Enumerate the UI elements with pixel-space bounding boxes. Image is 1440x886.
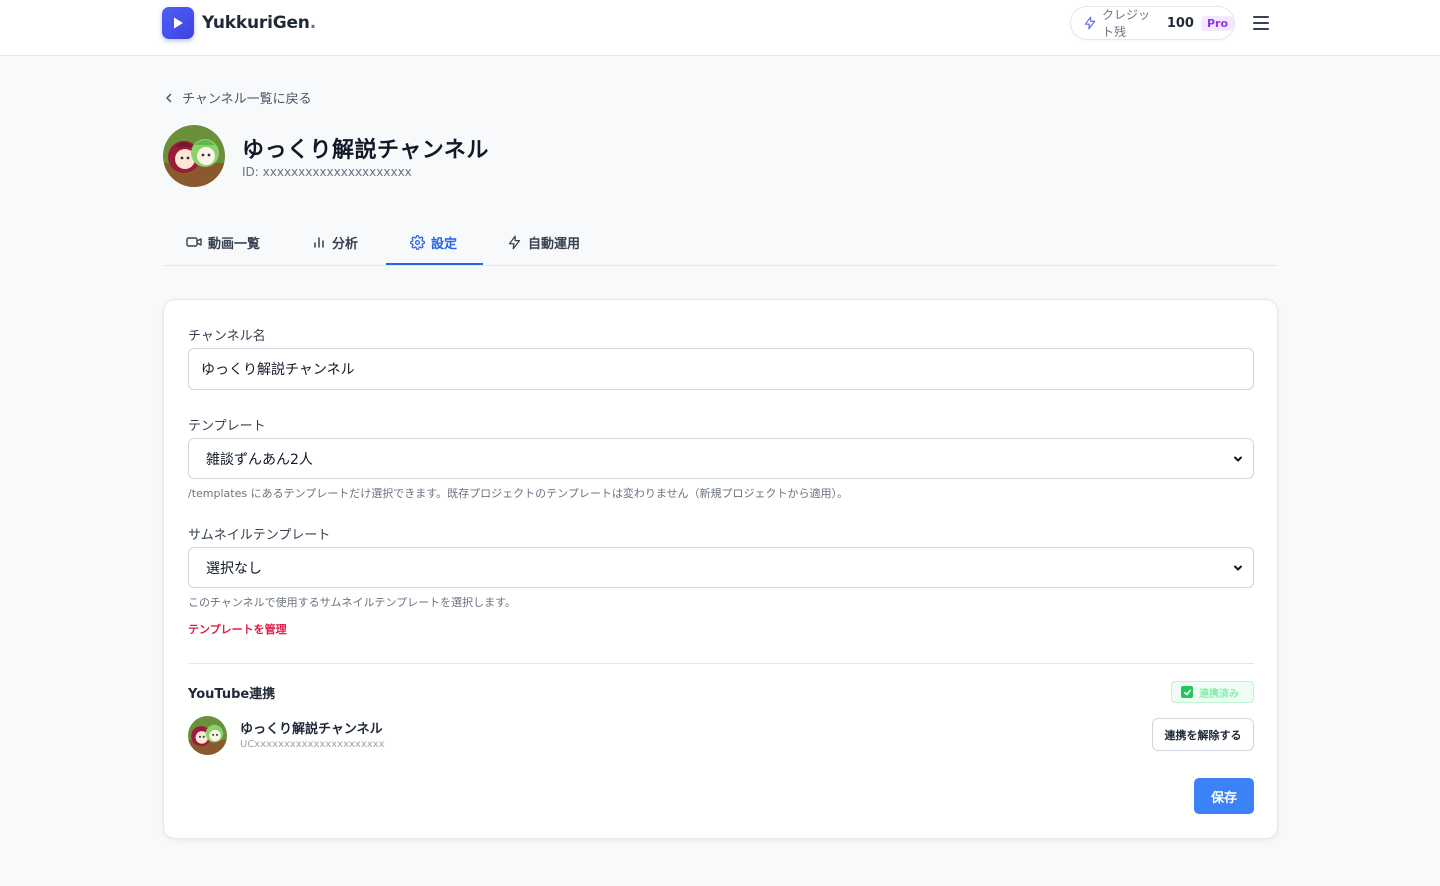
youtube-channel-avatar: [188, 716, 227, 755]
tab-videos[interactable]: 動画一覧: [186, 218, 260, 266]
tab-label: 設定: [431, 236, 458, 252]
channel-name-label: チャンネル名: [188, 329, 266, 344]
linked-status-text: 連携済み: [1199, 688, 1239, 700]
credit-balance-pill[interactable]: クレジット残 100 Pro: [1070, 6, 1235, 40]
play-logo-icon: [162, 7, 194, 39]
bar-chart-icon: [312, 235, 326, 249]
channel-title: ゆっくり解説チャンネル: [242, 138, 489, 163]
back-link-label: チャンネル一覧に戻る: [182, 92, 312, 107]
top-navbar: YukkuriGen. クレジット残 100 Pro: [0, 0, 1440, 56]
tab-analytics[interactable]: 分析: [312, 218, 358, 266]
chevron-left-icon: [164, 93, 174, 103]
tab-label: 動画一覧: [208, 236, 261, 252]
channel-tabs: 動画一覧 分析 設定 自動運用: [163, 218, 1278, 266]
template-selected-value: 雑談ずんあん2人: [206, 451, 313, 468]
video-icon: [186, 235, 202, 249]
plan-badge: Pro: [1200, 15, 1234, 31]
app-name: YukkuriGen.: [202, 13, 316, 33]
youtube-section-title: YouTube連携: [188, 687, 276, 702]
app-logo[interactable]: YukkuriGen.: [162, 7, 316, 39]
credit-value: 100: [1166, 15, 1194, 31]
linked-status-badge: 連携済み: [1171, 681, 1254, 703]
section-divider: [188, 663, 1254, 664]
tab-automation[interactable]: 自動運用: [507, 218, 580, 266]
gear-icon: [410, 234, 425, 250]
save-button[interactable]: 保存: [1194, 778, 1254, 814]
bolt-icon: [1083, 16, 1097, 30]
hamburger-menu-icon[interactable]: [1250, 12, 1272, 34]
thumbnail-selected-value: 選択なし: [206, 560, 262, 577]
template-select[interactable]: 雑談ずんあん2人: [188, 438, 1254, 479]
channel-id: ID: xxxxxxxxxxxxxxxxxxxxx: [242, 165, 412, 179]
template-help-text: /templates にあるテンプレートだけ選択できます。既存プロジェクトのテン…: [188, 487, 848, 500]
youtube-channel-name: ゆっくり解説チャンネル: [240, 722, 383, 737]
bolt-icon: [507, 235, 522, 250]
settings-card: チャンネル名 テンプレート 雑談ずんあん2人 /templates にあるテンプ…: [163, 299, 1278, 839]
back-to-channels-link[interactable]: チャンネル一覧に戻る: [164, 88, 312, 107]
check-icon: [1181, 686, 1193, 698]
unlink-youtube-button[interactable]: 連携を解除する: [1152, 718, 1254, 751]
tab-label: 分析: [332, 236, 359, 252]
active-tab-indicator: [386, 263, 483, 265]
channel-avatar: [163, 125, 225, 187]
chevron-down-icon: [1232, 562, 1244, 574]
channel-name-input[interactable]: [188, 348, 1254, 390]
thumbnail-template-select[interactable]: 選択なし: [188, 547, 1254, 588]
tab-label: 自動運用: [528, 236, 581, 252]
template-label: テンプレート: [188, 419, 266, 434]
credit-label: クレジット残: [1102, 8, 1151, 39]
thumbnail-help-text: このチャンネルで使用するサムネイルテンプレートを選択します。: [188, 596, 517, 609]
thumbnail-template-label: サムネイルテンプレート: [188, 528, 331, 543]
youtube-channel-id: UCxxxxxxxxxxxxxxxxxxxxxx: [240, 739, 385, 750]
manage-templates-link[interactable]: テンプレートを管理: [188, 621, 287, 637]
tab-settings[interactable]: 設定: [410, 218, 457, 266]
chevron-down-icon: [1232, 453, 1244, 465]
